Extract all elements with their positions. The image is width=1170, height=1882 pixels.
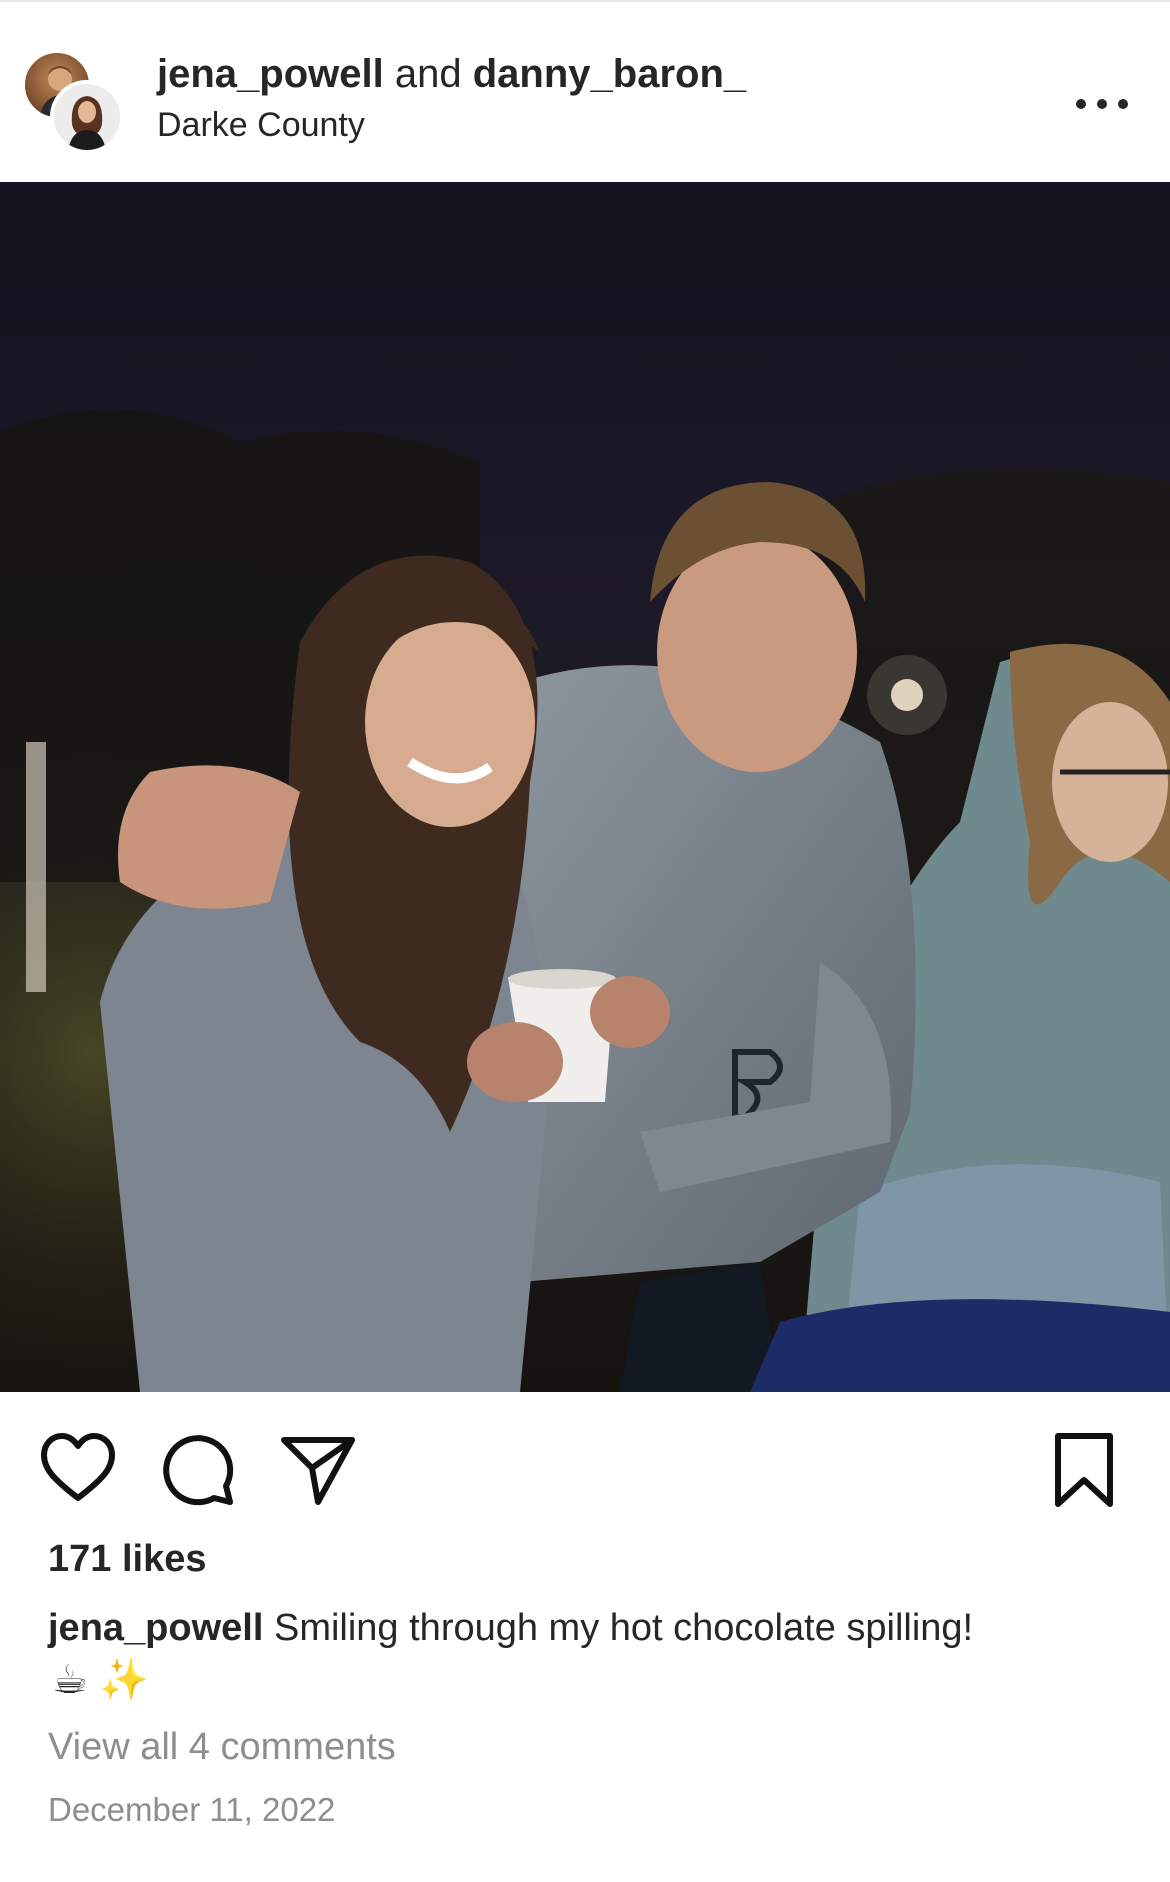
post-photo[interactable] <box>0 182 1170 1392</box>
send-icon[interactable] <box>278 1430 358 1510</box>
authors-conjunction: and <box>383 52 473 96</box>
caption-emojis: ☕ ✨ <box>52 1658 149 1702</box>
author-danny-link[interactable]: danny_baron_ <box>473 52 746 96</box>
more-horizontal-icon[interactable] <box>1076 84 1128 124</box>
location-link[interactable]: Darke County <box>157 105 365 145</box>
collab-avatars[interactable] <box>22 50 126 154</box>
post-caption: jena_powell Smiling through my hot choco… <box>48 1604 1128 1652</box>
bookmark-icon[interactable] <box>1044 1430 1124 1510</box>
avatar-jena[interactable] <box>50 80 124 154</box>
post-authors: jena_powell and danny_baron_ <box>157 50 746 98</box>
post-date: December 11, 2022 <box>48 1791 336 1828</box>
post-header: jena_powell and danny_baron_ Darke Count… <box>0 2 1170 182</box>
caption-username-link[interactable]: jena_powell <box>48 1607 263 1649</box>
comment-icon[interactable] <box>158 1430 238 1510</box>
post-actions <box>0 1392 1170 1532</box>
likes-count[interactable]: 171 likes <box>48 1536 206 1582</box>
author-jena-link[interactable]: jena_powell <box>157 52 384 96</box>
view-comments-link[interactable]: View all 4 comments <box>48 1724 396 1770</box>
heart-icon[interactable] <box>38 1430 118 1510</box>
caption-text: Smiling through my hot chocolate spillin… <box>273 1607 974 1649</box>
